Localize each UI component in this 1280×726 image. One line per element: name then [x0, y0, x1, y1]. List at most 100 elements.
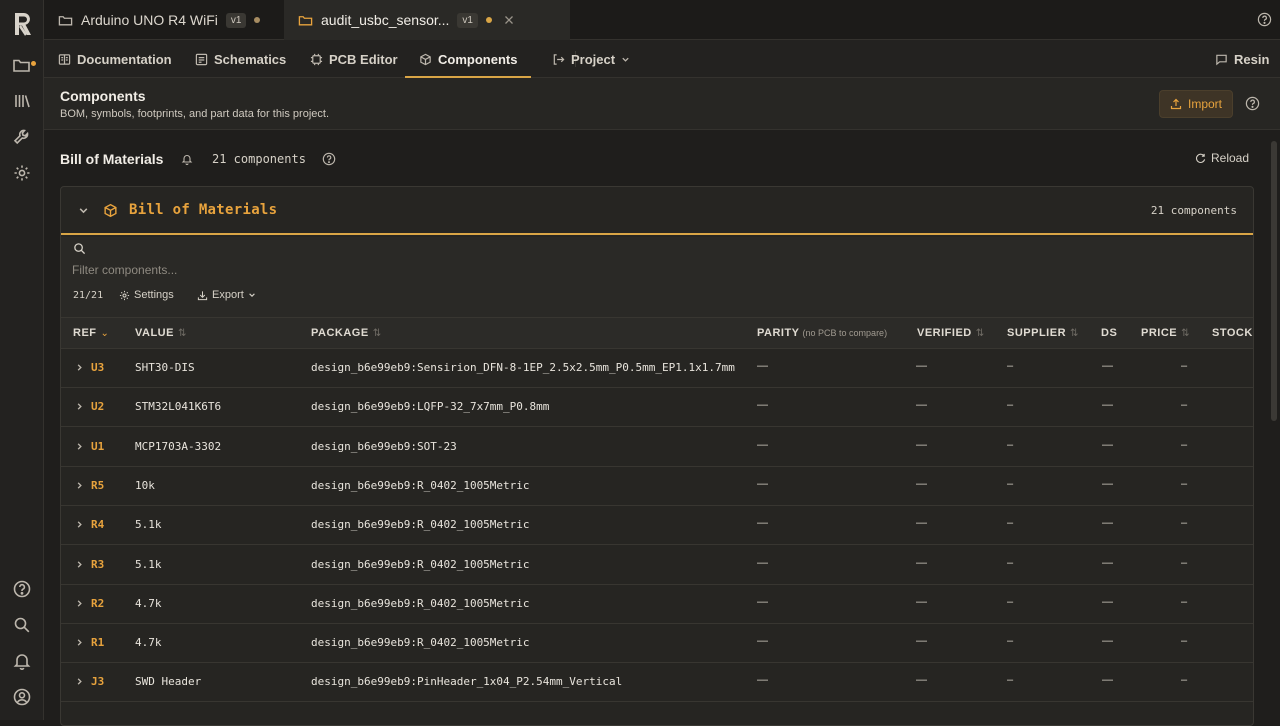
bom-card-count: 21 components — [1150, 204, 1237, 217]
ref-cell: R2 — [91, 596, 105, 610]
table-row[interactable]: U2 STM32L041K6T6 design_b6e99eb9:LQFP-32… — [61, 388, 1253, 428]
folder-icon — [58, 15, 73, 25]
import-button[interactable]: Import — [1159, 90, 1233, 118]
chevron-right-icon[interactable] — [75, 402, 84, 411]
price-cell: – — [1181, 595, 1188, 608]
help-icon[interactable] — [1257, 12, 1272, 27]
ds-cell: — — [1102, 399, 1113, 412]
supplier-cell: – — [1007, 635, 1014, 648]
table-row[interactable]: R2 4.7k design_b6e99eb9:R_0402_1005Metri… — [61, 585, 1253, 624]
nav-label: Resin — [1234, 51, 1270, 67]
supplier-cell: – — [1007, 477, 1014, 490]
col-parity[interactable]: PARITY (no PCB to compare) — [757, 327, 887, 339]
help-icon[interactable] — [1245, 96, 1260, 111]
refresh-icon — [1196, 153, 1206, 163]
scrollbar[interactable] — [1271, 141, 1277, 421]
settings-button[interactable]: Settings — [119, 289, 174, 301]
package-cell: design_b6e99eb9:R_0402_1005Metric — [311, 557, 530, 571]
search-icon[interactable] — [12, 615, 32, 635]
parity-cell: — — [757, 674, 768, 687]
bell-icon[interactable] — [12, 651, 32, 671]
table-row[interactable]: R1 4.7k design_b6e99eb9:R_0402_1005Metri… — [61, 624, 1253, 664]
col-value[interactable]: VALUE ⇅ — [135, 327, 187, 339]
table-row[interactable]: J3 SWD Header design_b6e99eb9:PinHeader_… — [61, 663, 1253, 703]
filter-input[interactable] — [72, 262, 472, 278]
col-verified[interactable]: VERIFIED ⇅ — [917, 327, 985, 339]
chevron-right-icon[interactable] — [75, 638, 84, 647]
package-cell: design_b6e99eb9:R_0402_1005Metric — [311, 478, 530, 492]
value-cell: STM32L041K6T6 — [135, 400, 222, 414]
table-row[interactable]: U3 SHT30-DIS design_b6e99eb9:Sensirion_D… — [61, 349, 1253, 388]
col-ref[interactable]: REF ⌄ — [73, 327, 109, 339]
verified-cell: — — [916, 595, 927, 608]
nav-project[interactable]: Project — [552, 40, 630, 78]
chip-icon — [310, 53, 323, 65]
nav-pcb-editor[interactable]: PCB Editor — [310, 40, 398, 78]
library-icon[interactable] — [12, 91, 32, 111]
chevron-down-icon — [249, 293, 255, 297]
ref-cell: U3 — [91, 361, 105, 374]
col-supplier[interactable]: SUPPLIER ⇅ — [1007, 327, 1079, 339]
chevron-right-icon[interactable] — [75, 520, 84, 529]
chevron-down-icon — [622, 57, 629, 62]
chevron-down-icon[interactable] — [78, 205, 89, 216]
supplier-cell: – — [1007, 595, 1014, 608]
price-cell: – — [1181, 438, 1188, 451]
reload-button[interactable]: Reload — [1195, 151, 1249, 165]
bom-card-header[interactable]: Bill of Materials 21 components — [61, 187, 1253, 235]
wrench-icon[interactable] — [12, 127, 32, 147]
col-ds[interactable]: DS — [1101, 327, 1117, 339]
tab-arduino[interactable]: Arduino UNO R4 WiFi v1 — [44, 0, 284, 40]
gear-icon[interactable] — [12, 163, 32, 183]
close-icon[interactable] — [504, 15, 514, 25]
package-cell: design_b6e99eb9:R_0402_1005Metric — [311, 596, 530, 610]
user-icon[interactable] — [12, 687, 32, 707]
help-icon[interactable] — [322, 152, 336, 166]
verified-cell: — — [916, 635, 927, 648]
page-title: Components — [60, 88, 146, 104]
bom-card: Bill of Materials 21 components 21/21 Se… — [60, 186, 1254, 726]
parity-cell: — — [757, 360, 768, 372]
search-icon — [74, 243, 86, 255]
verified-cell: — — [916, 399, 927, 412]
chevron-right-icon[interactable] — [75, 560, 84, 569]
col-stock[interactable]: STOCK — [1212, 327, 1253, 339]
folder-icon[interactable] — [12, 55, 32, 75]
parity-cell: — — [757, 556, 768, 569]
page-header: Components BOM, symbols, footprints, and… — [44, 78, 1280, 130]
col-package[interactable]: PACKAGE ⇅ — [311, 327, 382, 339]
col-price[interactable]: PRICE ⇅ — [1141, 327, 1190, 339]
chevron-right-icon[interactable] — [75, 363, 84, 372]
table-row[interactable]: U1 MCP1703A-3302 design_b6e99eb9:SOT-23 … — [61, 428, 1253, 467]
nav-documentation[interactable]: Documentation — [58, 40, 172, 78]
value-cell: 4.7k — [135, 596, 162, 610]
tab-label: Arduino UNO R4 WiFi — [81, 12, 218, 28]
tab-audit-usbc[interactable]: audit_usbc_sensor... v1 — [284, 0, 570, 40]
help-icon[interactable] — [12, 579, 32, 599]
verified-cell: — — [916, 517, 927, 530]
chevron-right-icon[interactable] — [75, 677, 84, 686]
export-button[interactable]: Export — [197, 289, 256, 301]
supplier-cell: – — [1007, 517, 1014, 530]
package-cell: design_b6e99eb9:R_0402_1005Metric — [311, 636, 530, 650]
modified-dot — [254, 17, 261, 23]
chevron-right-icon[interactable] — [75, 442, 84, 451]
table-row[interactable]: R4 5.1k design_b6e99eb9:R_0402_1005Metri… — [61, 506, 1253, 546]
supplier-cell: – — [1007, 360, 1014, 372]
table-row[interactable]: R3 5.1k design_b6e99eb9:R_0402_1005Metri… — [61, 546, 1253, 585]
table-row[interactable]: R5 10k design_b6e99eb9:R_0402_1005Metric… — [61, 467, 1253, 506]
chevron-right-icon[interactable] — [75, 481, 84, 490]
nav-resin[interactable]: Resin — [1215, 40, 1269, 78]
ds-cell: — — [1102, 595, 1113, 608]
nav-schematics[interactable]: Schematics — [195, 40, 286, 78]
unsaved-dot — [31, 61, 36, 66]
package-cell: design_b6e99eb9:SOT-23 — [311, 439, 457, 453]
value-cell: 5.1k — [135, 557, 162, 571]
bell-icon[interactable] — [181, 153, 193, 165]
app-logo-icon[interactable] — [11, 11, 33, 37]
chevron-right-icon[interactable] — [75, 599, 84, 608]
tab-label: audit_usbc_sensor... — [321, 12, 450, 28]
nav-label: Documentation — [77, 51, 172, 67]
filter-count: 21/21 — [73, 290, 104, 301]
nav-components[interactable]: Components — [405, 40, 532, 78]
